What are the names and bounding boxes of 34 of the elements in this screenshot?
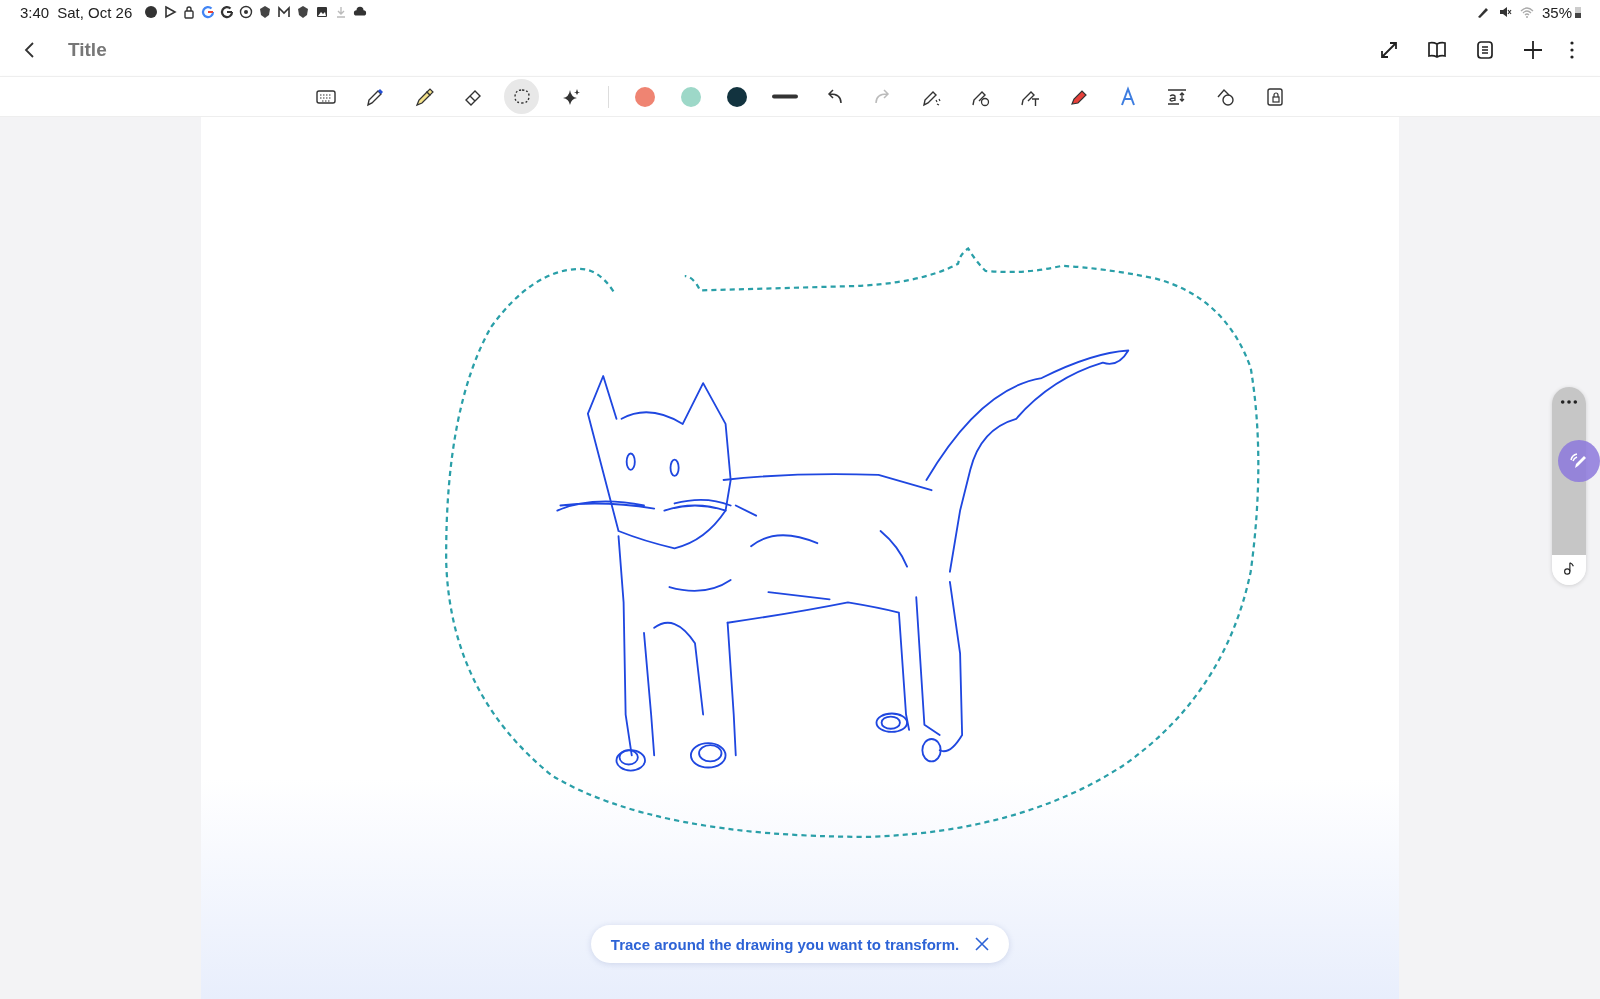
diagonal-arrows-icon	[1378, 39, 1400, 61]
shield-icon	[258, 5, 273, 19]
pen-icon	[1475, 5, 1490, 19]
color-swatch[interactable]	[727, 86, 747, 107]
more-icon	[1570, 41, 1574, 59]
g-logo-icon	[201, 5, 216, 19]
more-icon	[1560, 399, 1578, 405]
color-swatch[interactable]	[635, 86, 655, 107]
thick-line-icon	[771, 94, 798, 99]
target-icon	[239, 5, 254, 19]
note-title: Title	[68, 39, 107, 61]
music-note-icon	[1562, 561, 1576, 575]
air-pen-button[interactable]	[1558, 440, 1600, 482]
shield-icon	[296, 5, 311, 19]
mail-icon	[277, 5, 292, 19]
image-icon	[315, 5, 330, 19]
status-date: Sat, Oct 26	[57, 3, 133, 21]
g-logo-icon	[220, 5, 235, 19]
list-icon	[1474, 39, 1496, 61]
plus-icon	[1522, 39, 1544, 61]
status-time: 3:40	[20, 3, 50, 21]
close-button[interactable]	[973, 935, 992, 953]
close-icon	[973, 935, 992, 953]
open-book-icon	[1426, 39, 1448, 61]
battery-icon	[1574, 5, 1582, 19]
lock-icon	[182, 5, 197, 19]
toast-message: Trace around the drawing you want to transform.	[610, 935, 960, 953]
cloud-icon	[353, 5, 368, 19]
lasso-tool[interactable]	[504, 79, 539, 114]
battery-percent: 35%	[1541, 3, 1572, 21]
play-icon	[163, 5, 178, 19]
color-swatch[interactable]	[681, 86, 701, 107]
wifi-icon	[1519, 5, 1534, 19]
mute-icon	[1497, 5, 1512, 19]
